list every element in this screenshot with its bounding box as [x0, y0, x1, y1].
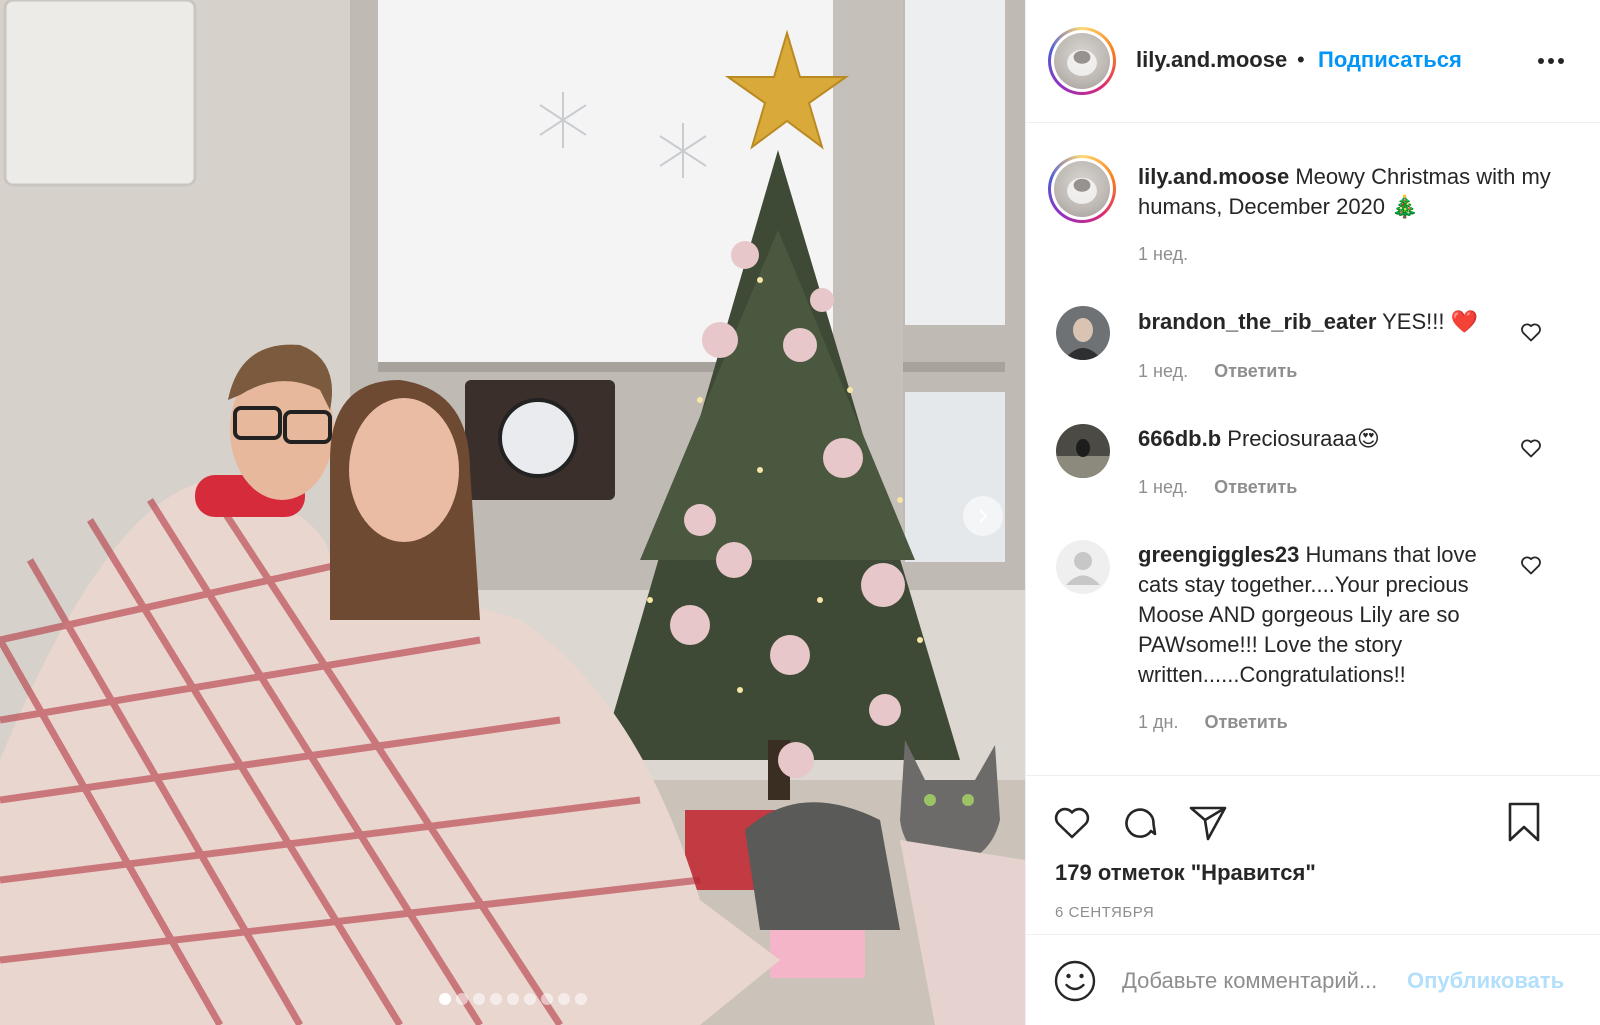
- comment-text: YES!!! ❤️: [1382, 309, 1478, 334]
- author-username-link[interactable]: lily.and.moose: [1136, 47, 1287, 73]
- post-caption: lily.and.moose Meowy Christmas with my h…: [1138, 162, 1558, 222]
- reply-button[interactable]: Ответить: [1214, 477, 1297, 497]
- caption-username-link[interactable]: lily.and.moose: [1138, 164, 1289, 189]
- carousel-dot: [523, 993, 536, 1005]
- share-send-icon[interactable]: [1186, 800, 1230, 844]
- comment-item: greengiggles23 Humans that love cats sta…: [1138, 540, 1508, 690]
- add-comment-form: Опубликовать: [1026, 934, 1600, 1025]
- next-photo-button[interactable]: [963, 496, 1003, 536]
- like-comment-heart-icon[interactable]: [1519, 436, 1543, 460]
- comment-meta: 1 дн. Ответить: [1138, 712, 1288, 733]
- comment-avatar[interactable]: [1056, 424, 1110, 478]
- carousel-dot: [455, 993, 468, 1005]
- more-horizontal-icon: [1538, 58, 1564, 64]
- comment-username-link[interactable]: greengiggles23: [1138, 542, 1299, 567]
- comment-avatar[interactable]: [1056, 306, 1110, 360]
- comment-username-link[interactable]: brandon_the_rib_eater: [1138, 309, 1376, 334]
- post-date[interactable]: 6 СЕНТЯБРЯ: [1055, 904, 1154, 921]
- caption-meta: 1 нед.: [1138, 244, 1188, 265]
- like-comment-heart-icon[interactable]: [1519, 320, 1543, 344]
- comment-time[interactable]: 1 нед.: [1138, 361, 1188, 381]
- like-comment-heart-icon[interactable]: [1519, 553, 1543, 577]
- carousel-dot: [540, 993, 553, 1005]
- carousel-dot: [438, 993, 451, 1005]
- carousel-dot: [557, 993, 570, 1005]
- comment-username-link[interactable]: 666db.b: [1138, 426, 1221, 451]
- carousel-dot: [574, 993, 587, 1005]
- comment-time[interactable]: 1 дн.: [1138, 712, 1178, 732]
- comment-bubble-icon[interactable]: [1118, 800, 1162, 844]
- caption-author-avatar[interactable]: [1048, 155, 1116, 223]
- likes-count[interactable]: 179 отметок "Нравится": [1055, 860, 1316, 886]
- christmas-photo-image: [0, 0, 1025, 1025]
- post-actions: 179 отметок "Нравится" 6 СЕНТЯБРЯ: [1026, 775, 1600, 933]
- follow-button[interactable]: Подписаться: [1318, 47, 1462, 73]
- reply-button[interactable]: Ответить: [1214, 361, 1297, 381]
- comment-input[interactable]: [1122, 963, 1407, 999]
- carousel-dot: [489, 993, 502, 1005]
- header-separator: •: [1297, 47, 1305, 72]
- comment-avatar-placeholder[interactable]: [1056, 540, 1110, 594]
- post-photo[interactable]: [0, 0, 1025, 1025]
- chevron-right-icon: [979, 509, 988, 523]
- carousel-indicator: [0, 993, 1025, 1005]
- comments-list[interactable]: lily.and.moose Meowy Christmas with my h…: [1026, 124, 1600, 774]
- caption-time[interactable]: 1 нед.: [1138, 244, 1188, 264]
- post-header: lily.and.moose • Подписаться: [1026, 0, 1600, 123]
- publish-button[interactable]: Опубликовать: [1407, 968, 1564, 994]
- carousel-dot: [506, 993, 519, 1005]
- emoji-smiley-icon[interactable]: [1053, 959, 1097, 1003]
- comment-time[interactable]: 1 нед.: [1138, 477, 1188, 497]
- more-options-button[interactable]: [1531, 46, 1571, 76]
- post-side-panel: lily.and.moose • Подписаться lily.and.mo…: [1025, 0, 1600, 1025]
- comment-meta: 1 нед. Ответить: [1138, 361, 1297, 382]
- save-bookmark-icon[interactable]: [1502, 800, 1546, 844]
- carousel-dot: [472, 993, 485, 1005]
- comment-meta: 1 нед. Ответить: [1138, 477, 1297, 498]
- comment-item: brandon_the_rib_eater YES!!! ❤️: [1138, 307, 1508, 337]
- comment-item: 666db.b Preciosuraaa😍: [1138, 424, 1508, 454]
- comment-text: Preciosuraaa😍: [1227, 426, 1380, 451]
- like-heart-icon[interactable]: [1050, 800, 1094, 844]
- reply-button[interactable]: Ответить: [1204, 712, 1287, 732]
- author-avatar[interactable]: [1048, 27, 1116, 95]
